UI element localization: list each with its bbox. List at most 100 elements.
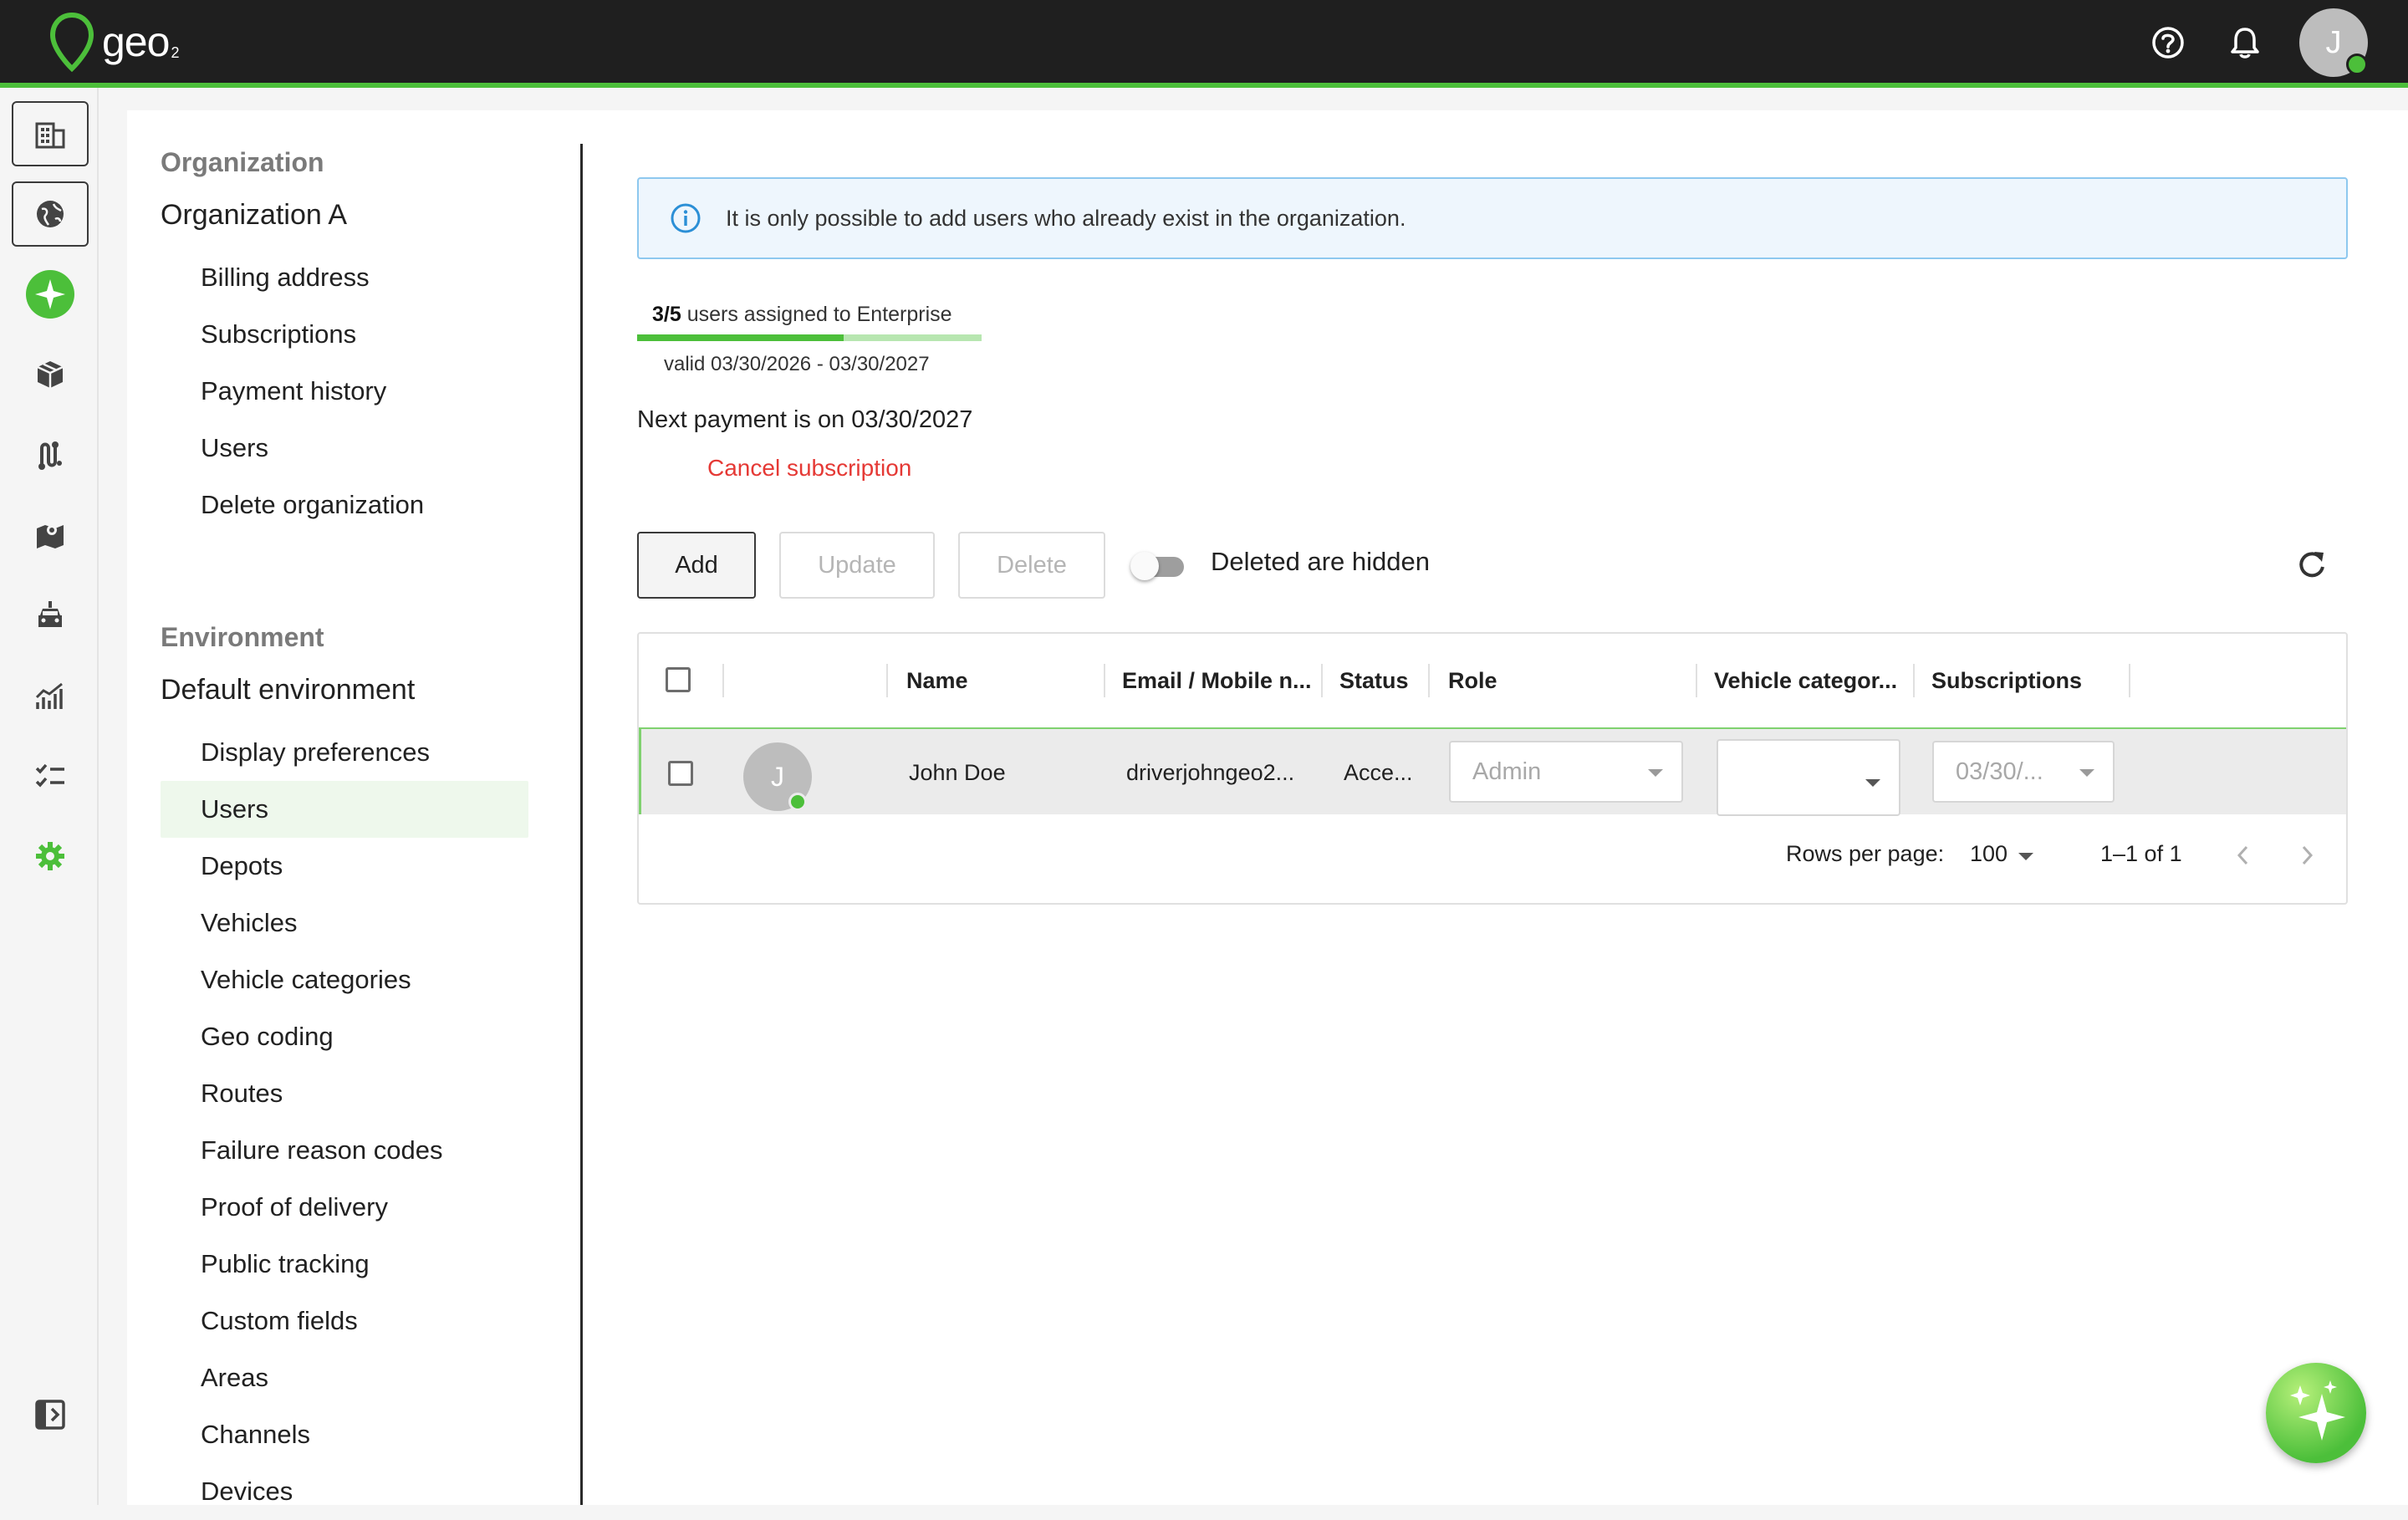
settings-subnav: Organization Organization A Billing addr…	[127, 110, 582, 1506]
column-separator	[886, 664, 888, 697]
nav-env-users[interactable]: Users	[161, 781, 528, 838]
settings-icon[interactable]	[12, 824, 89, 889]
online-status-dot	[788, 793, 807, 811]
env-heading: Environment	[161, 622, 324, 652]
column-header-status[interactable]: Status	[1339, 634, 1409, 727]
assigned-label: users assigned to Enterprise	[686, 303, 952, 326]
env-name[interactable]: Default environment	[161, 674, 415, 706]
geo-logo[interactable]: geo 2	[48, 12, 179, 72]
chevron-down-icon	[1865, 779, 1880, 787]
left-rail	[0, 88, 99, 1505]
nav-display-preferences[interactable]: Display preferences	[161, 724, 528, 781]
user-avatar[interactable]: J	[2299, 8, 2368, 77]
users-table: Name Email / Mobile n... Status Role Veh…	[637, 632, 2348, 905]
globe-icon[interactable]	[12, 181, 89, 247]
logo-text: geo	[102, 18, 170, 65]
logo-sub: 2	[171, 43, 180, 61]
cell-email: driverjohngeo2...	[1126, 760, 1295, 785]
assigned-users-text: 3/5 users assigned to Enterprise	[652, 303, 952, 327]
table-row[interactable]: J John Doe driverjohngeo2... Acce... Adm…	[639, 727, 2346, 816]
select-all-checkbox[interactable]	[666, 667, 691, 692]
column-separator	[1428, 664, 1430, 697]
nav-subscriptions[interactable]: Subscriptions	[161, 306, 528, 363]
info-icon	[671, 203, 701, 233]
row-checkbox[interactable]	[668, 761, 693, 786]
info-banner: It is only possible to add users who alr…	[637, 177, 2348, 259]
vehicle-icon[interactable]	[12, 583, 89, 648]
show-deleted-toggle[interactable]	[1130, 552, 1187, 580]
user-avatar-initial: J	[2325, 24, 2342, 60]
role-select[interactable]: Admin	[1449, 741, 1683, 803]
column-header-name[interactable]: Name	[906, 634, 968, 727]
column-separator	[2129, 664, 2130, 697]
chevron-right-icon[interactable]	[2296, 843, 2318, 868]
refresh-icon[interactable]	[2293, 547, 2329, 584]
chevron-left-icon[interactable]	[2232, 843, 2254, 868]
column-separator	[722, 664, 724, 697]
bell-icon[interactable]	[2222, 20, 2268, 65]
row-avatar-initial: J	[771, 761, 784, 792]
nav-payment-history[interactable]: Payment history	[161, 363, 528, 420]
cancel-subscription-link[interactable]: Cancel subscription	[707, 455, 911, 482]
assigned-progress-bar	[637, 334, 982, 341]
rows-per-page-label: Rows per page:	[1786, 841, 1945, 866]
nav-vehicles[interactable]: Vehicles	[161, 895, 528, 951]
nav-org-users[interactable]: Users	[161, 420, 528, 477]
chevron-down-icon	[2079, 769, 2094, 777]
nav-depots[interactable]: Depots	[161, 838, 528, 895]
nav-routes[interactable]: Routes	[161, 1065, 528, 1122]
settings-card: Organization Organization A Billing addr…	[127, 110, 2408, 1506]
nav-billing-address[interactable]: Billing address	[161, 249, 528, 306]
assigned-count: 3/5	[652, 303, 681, 326]
nav-areas[interactable]: Areas	[161, 1349, 528, 1406]
column-header-vehicle-category[interactable]: Vehicle categor...	[1714, 634, 1897, 727]
role-select-value: Admin	[1472, 758, 1542, 785]
delete-button[interactable]: Delete	[958, 532, 1105, 599]
organization-icon[interactable]	[12, 101, 89, 166]
org-heading: Organization	[161, 147, 324, 177]
nav-delete-organization[interactable]: Delete organization	[161, 477, 528, 533]
checklist-icon[interactable]	[12, 743, 89, 808]
nav-public-tracking[interactable]: Public tracking	[161, 1236, 528, 1293]
analytics-icon[interactable]	[12, 663, 89, 728]
toggle-knob	[1130, 552, 1159, 580]
ai-assistant-button[interactable]	[2266, 1363, 2366, 1463]
update-button[interactable]: Update	[779, 532, 935, 599]
column-header-email[interactable]: Email / Mobile n...	[1122, 634, 1312, 727]
package-icon[interactable]	[12, 342, 89, 407]
subscription-select[interactable]: 03/30/...	[1932, 741, 2115, 803]
collapse-panel-icon[interactable]	[12, 1382, 89, 1447]
column-separator	[1913, 664, 1915, 697]
assigned-progress-fill	[637, 334, 844, 341]
subnav-divider	[580, 144, 583, 1505]
column-header-subscriptions[interactable]: Subscriptions	[1931, 634, 2082, 727]
chevron-down-icon	[1648, 769, 1663, 777]
nav-failure-reason-codes[interactable]: Failure reason codes	[161, 1122, 528, 1179]
rows-per-page-value[interactable]: 100	[1970, 841, 2008, 867]
location-pin-icon	[49, 12, 94, 72]
nav-channels[interactable]: Channels	[161, 1406, 528, 1463]
add-button[interactable]: Add	[637, 532, 756, 599]
next-payment-text: Next payment is on 03/30/2027	[637, 406, 973, 433]
column-separator	[1104, 664, 1105, 697]
chevron-down-icon[interactable]	[2018, 853, 2033, 860]
vehicle-category-select[interactable]	[1717, 739, 1900, 816]
row-avatar: J	[743, 742, 812, 811]
online-status-dot	[2346, 54, 2368, 75]
sparkle-icon	[2290, 1380, 2345, 1441]
org-name[interactable]: Organization A	[161, 199, 347, 232]
column-header-role[interactable]: Role	[1448, 634, 1497, 727]
subscription-value: 03/30/...	[1956, 758, 2043, 785]
nav-proof-of-delivery[interactable]: Proof of delivery	[161, 1179, 528, 1236]
route-icon[interactable]	[12, 422, 89, 487]
nav-vehicle-categories[interactable]: Vehicle categories	[161, 951, 528, 1008]
help-circle-icon[interactable]	[2145, 20, 2191, 65]
map-icon[interactable]	[12, 502, 89, 568]
column-separator	[1321, 664, 1323, 697]
users-panel: It is only possible to add users who alr…	[637, 110, 2376, 1505]
nav-custom-fields[interactable]: Custom fields	[161, 1293, 528, 1349]
cell-status: Acce...	[1344, 760, 1413, 785]
nav-geo-coding[interactable]: Geo coding	[161, 1008, 528, 1065]
ai-sparkle-icon[interactable]	[12, 262, 89, 327]
nav-devices[interactable]: Devices	[161, 1463, 528, 1520]
